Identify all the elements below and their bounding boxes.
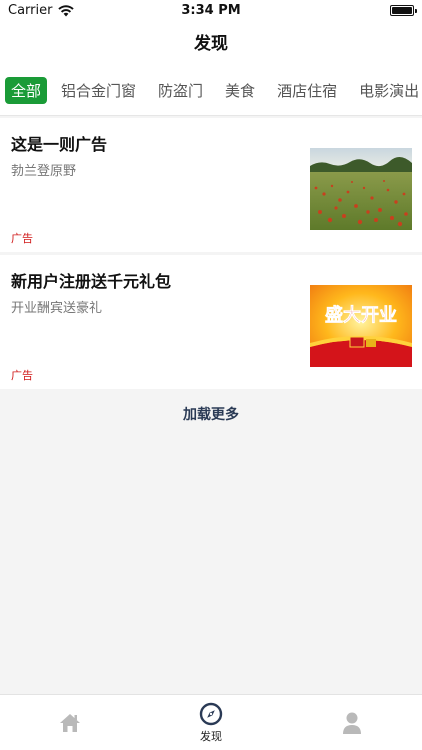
item-subtitle: 开业酬宾送豪礼 (11, 301, 103, 316)
item-title: 新用户注册送千元礼包 (11, 272, 172, 291)
status-right (390, 5, 417, 16)
compass-icon (199, 702, 223, 725)
list-item[interactable]: 新用户注册送千元礼包 开业酬宾送豪礼 广告 盛大开业 (0, 255, 422, 389)
status-bar: Carrier 3:34 PM (0, 0, 422, 22)
home-icon (60, 713, 81, 732)
bottom-tab-bar: 发现 (0, 694, 422, 750)
list-item[interactable]: 这是一则广告 勃兰登原野 广告 (0, 118, 422, 252)
tab-movies-shows[interactable]: 电影演出 (359, 77, 419, 104)
item-subtitle: 勃兰登原野 (11, 164, 77, 179)
tab-security-doors[interactable]: 防盗门 (158, 77, 203, 104)
grand-opening-text: 盛大开业 (325, 304, 397, 326)
discover-list: 这是一则广告 勃兰登原野 广告 新用户注册送千元礼包 开业酬宾送豪礼 广告 盛大… (0, 118, 422, 392)
grand-opening-image: 盛大开业 (310, 285, 412, 367)
user-icon (342, 712, 361, 734)
tab-discover-label: 发现 (200, 729, 222, 743)
tab-hotels[interactable]: 酒店住宿 (277, 77, 337, 104)
tab-profile[interactable] (281, 695, 422, 750)
tab-food[interactable]: 美食 (225, 77, 255, 104)
tab-aluminum-doors-windows[interactable]: 铝合金门窗 (61, 77, 136, 104)
item-title: 这是一则广告 (11, 135, 108, 154)
status-time: 3:34 PM (181, 3, 241, 18)
tab-all[interactable]: 全部 (5, 77, 48, 104)
ad-tag: 广告 (11, 369, 33, 382)
category-tabs: 全部 铝合金门窗 防盗门 美食 酒店住宿 电影演出 (0, 66, 422, 116)
load-more-button[interactable]: 加载更多 (0, 392, 422, 438)
tab-home[interactable] (0, 695, 141, 750)
poppy-field-image (310, 148, 412, 230)
tab-discover[interactable]: 发现 (141, 695, 282, 750)
page-title: 发现 (194, 34, 228, 54)
nav-bar: 发现 (0, 22, 422, 66)
ad-tag: 广告 (11, 232, 33, 245)
battery-icon (390, 5, 417, 16)
